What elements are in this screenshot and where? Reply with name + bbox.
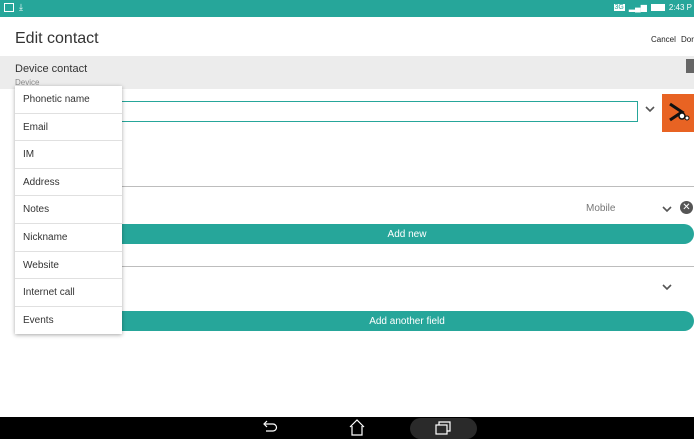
notification-icon: [4, 3, 14, 12]
divider: [120, 266, 694, 267]
contact-photo[interactable]: [662, 94, 694, 132]
menu-item-phonetic-name[interactable]: Phonetic name: [15, 86, 122, 114]
name-input[interactable]: [120, 101, 638, 122]
menu-item-email[interactable]: Email: [15, 114, 122, 142]
network-type: 3G: [613, 4, 625, 11]
status-time: 2:43 P: [668, 3, 692, 12]
status-left: ⤓: [4, 3, 23, 12]
add-field-menu: Phonetic name Email IM Address Notes Nic…: [15, 86, 122, 335]
menu-item-im[interactable]: IM: [15, 141, 122, 169]
page-title: Edit contact: [15, 30, 99, 47]
signal-icon: ▂▄▆: [628, 3, 647, 12]
back-icon[interactable]: [262, 420, 278, 439]
chevron-down-icon[interactable]: [662, 204, 672, 214]
home-icon[interactable]: [349, 419, 365, 441]
menu-item-notes[interactable]: Notes: [15, 196, 122, 224]
cancel-button[interactable]: Cancel: [651, 35, 676, 44]
menu-item-nickname[interactable]: Nickname: [15, 224, 122, 252]
account-name: Device contact: [15, 63, 88, 75]
download-icon: ⤓: [19, 2, 23, 12]
close-icon[interactable]: ✕: [680, 201, 693, 214]
phone-type-select[interactable]: Mobile: [586, 203, 615, 214]
recent-apps-icon[interactable]: [435, 421, 451, 440]
account-icon: [686, 59, 694, 73]
menu-item-address[interactable]: Address: [15, 169, 122, 197]
chevron-down-icon[interactable]: [662, 282, 672, 292]
done-button[interactable]: Dor: [681, 35, 694, 44]
navigation-bar: [0, 417, 694, 439]
account-section: [0, 56, 694, 89]
menu-item-website[interactable]: Website: [15, 252, 122, 280]
status-bar: ⤓ 3G ▂▄▆ 2:43 P: [0, 0, 694, 17]
status-right: 3G ▂▄▆ 2:43 P: [613, 3, 692, 12]
menu-item-internet-call[interactable]: Internet call: [15, 279, 122, 307]
divider: [120, 186, 694, 187]
add-another-field-button[interactable]: Add another field: [120, 311, 694, 331]
menu-item-events[interactable]: Events: [15, 307, 122, 335]
battery-icon: [650, 4, 665, 11]
add-new-button[interactable]: Add new: [120, 224, 694, 244]
chevron-down-icon[interactable]: [645, 104, 655, 114]
